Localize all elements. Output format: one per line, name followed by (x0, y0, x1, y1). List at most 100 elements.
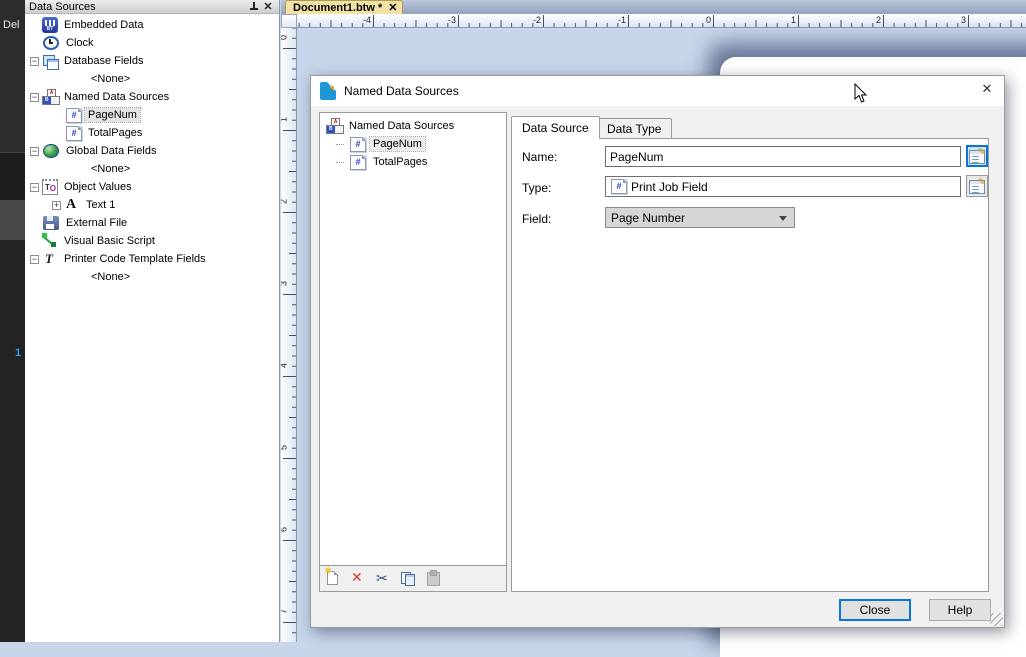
tree-item-label: PageNum (369, 136, 426, 152)
expand-toggle[interactable]: − (30, 56, 39, 66)
tree-item-label: Database Fields (64, 55, 144, 67)
strip-segment (0, 152, 25, 200)
tree-item-label: Object Values (64, 181, 132, 193)
sidebar-item-object-values[interactable]: − Object Values (25, 178, 279, 196)
expand-toggle[interactable]: + (52, 200, 61, 210)
cut-icon (375, 570, 391, 587)
globe-icon (43, 144, 59, 158)
name-label: Name: (522, 150, 558, 164)
type-value: Print Job Field (631, 179, 708, 194)
panel-header: Data Sources ✕ (25, 0, 279, 14)
tree-item-label: PageNum (84, 107, 141, 123)
strip-highlight-block (0, 200, 25, 240)
tree-item-label: <None> (91, 73, 131, 85)
type-label: Type: (522, 181, 552, 195)
tree-item-label: Visual Basic Script (64, 235, 155, 247)
vb-script-icon (42, 233, 58, 249)
ruler-label: 0 (281, 33, 296, 43)
panel-title: Data Sources (29, 0, 96, 13)
tree-item-label: TotalPages (88, 127, 143, 139)
expand-toggle[interactable]: − (30, 146, 39, 156)
page-field-icon (350, 154, 366, 170)
clipped-label: Del (3, 19, 20, 31)
page-number-label: 1 (15, 347, 22, 359)
ruler-label: 7 (281, 607, 296, 617)
tree-item-label: Embedded Data (64, 19, 144, 31)
delete-source-button[interactable] (350, 570, 368, 588)
dialog-tree-item-pagenum[interactable]: PageNum (322, 135, 506, 153)
edit-type-button[interactable] (966, 175, 988, 197)
print-job-field-icon (611, 179, 627, 194)
sidebar-item-totalpages[interactable]: TotalPages (25, 124, 279, 142)
dialog-tree-item-totalpages[interactable]: TotalPages (322, 153, 506, 171)
ruler-label: 6 (281, 525, 296, 535)
tree-item-label: Printer Code Template Fields (64, 253, 206, 265)
field-dropdown[interactable]: Page Number (605, 207, 795, 228)
dialog-tree-panel: Named Data Sources PageNum TotalPages (319, 112, 507, 592)
tab-data-type[interactable]: Data Type (596, 118, 673, 138)
tab-label: Data Type (607, 121, 662, 136)
sidebar-item-none[interactable]: <None> (25, 268, 279, 286)
named-data-sources-dialog: Named Data Sources ✕ Named Data Sources P… (310, 75, 1005, 628)
close-button[interactable]: Close (839, 599, 911, 621)
ruler-label: -1 (617, 15, 626, 25)
panel-close-button[interactable]: ✕ (261, 1, 275, 13)
type-value-box[interactable]: Print Job Field (605, 176, 961, 197)
ruler-label: 4 (281, 361, 296, 371)
tab-data-source[interactable]: Data Source (511, 116, 600, 139)
sidebar-item-none[interactable]: <None> (25, 160, 279, 178)
ruler-ticks-major (297, 15, 1026, 27)
expand-toggle[interactable]: − (30, 92, 39, 102)
ruler-corner (281, 14, 297, 28)
tab-document1[interactable]: Document1.btw * ✕ (285, 0, 404, 14)
cut-button[interactable] (375, 570, 393, 588)
paste-icon (425, 569, 441, 586)
sidebar-item-pagenum[interactable]: PageNum (25, 106, 279, 124)
abc-blocks-icon (326, 118, 344, 134)
copy-button[interactable] (400, 570, 418, 588)
ruler-label: -4 (362, 15, 371, 25)
edit-name-button[interactable] (966, 145, 988, 167)
tab-close-icon[interactable]: ✕ (388, 2, 397, 13)
sidebar-item-named-data-sources[interactable]: − Named Data Sources (25, 88, 279, 106)
sidebar-item-database-fields[interactable]: − Database Fields (25, 52, 279, 70)
name-input[interactable] (605, 146, 961, 167)
help-button[interactable]: Help (929, 599, 991, 621)
tree-item-label: TotalPages (373, 156, 428, 168)
data-source-tab-panel: Name: Type: Print Job Field Field: Page … (511, 138, 989, 592)
resize-grip[interactable] (990, 613, 1003, 626)
ruler-label: 2 (281, 197, 296, 207)
dialog-tree-root[interactable]: Named Data Sources (322, 117, 506, 135)
sidebar-item-global-data-fields[interactable]: − Global Data Fields (25, 142, 279, 160)
new-source-button[interactable] (324, 566, 343, 588)
expand-toggle[interactable]: − (30, 182, 39, 192)
tree-connector (336, 161, 344, 163)
sidebar-item-visual-basic-script[interactable]: Visual Basic Script (25, 232, 279, 250)
background-app-strip: Del 1 (0, 0, 25, 642)
dialog-tree: Named Data Sources PageNum TotalPages (320, 113, 506, 171)
object-values-icon (42, 179, 58, 195)
dialog-titlebar[interactable]: Named Data Sources (311, 76, 1004, 106)
paste-button (425, 569, 443, 588)
tree-item-label: Clock (66, 37, 94, 49)
ruler-label: 3 (960, 15, 966, 25)
tree-item-label: <None> (91, 163, 131, 175)
sidebar-item-embedded-data[interactable]: Embedded Data (25, 16, 279, 34)
sidebar-item-none[interactable]: <None> (25, 70, 279, 88)
tree-item-label: Text 1 (86, 199, 116, 211)
sidebar-item-text-1[interactable]: + Text 1 (25, 196, 279, 214)
pin-button[interactable] (247, 1, 261, 13)
dialog-title: Named Data Sources (344, 84, 459, 98)
sidebar-item-clock[interactable]: Clock (25, 34, 279, 52)
dialog-close-button[interactable]: ✕ (970, 76, 1004, 102)
ruler-label: 1 (281, 115, 296, 125)
tree-item-label: Global Data Fields (66, 145, 157, 157)
edit-record-icon (969, 147, 986, 164)
sidebar-item-external-file[interactable]: External File (25, 214, 279, 232)
expand-toggle[interactable]: − (30, 254, 39, 264)
vertical-ruler: 0 1 2 3 4 5 6 7 (281, 28, 297, 642)
sidebar-item-printer-code-template-fields[interactable]: − Printer Code Template Fields (25, 250, 279, 268)
ruler-label: 3 (281, 279, 296, 289)
abc-blocks-icon (42, 89, 60, 105)
tree-item-label: Named Data Sources (64, 91, 170, 103)
